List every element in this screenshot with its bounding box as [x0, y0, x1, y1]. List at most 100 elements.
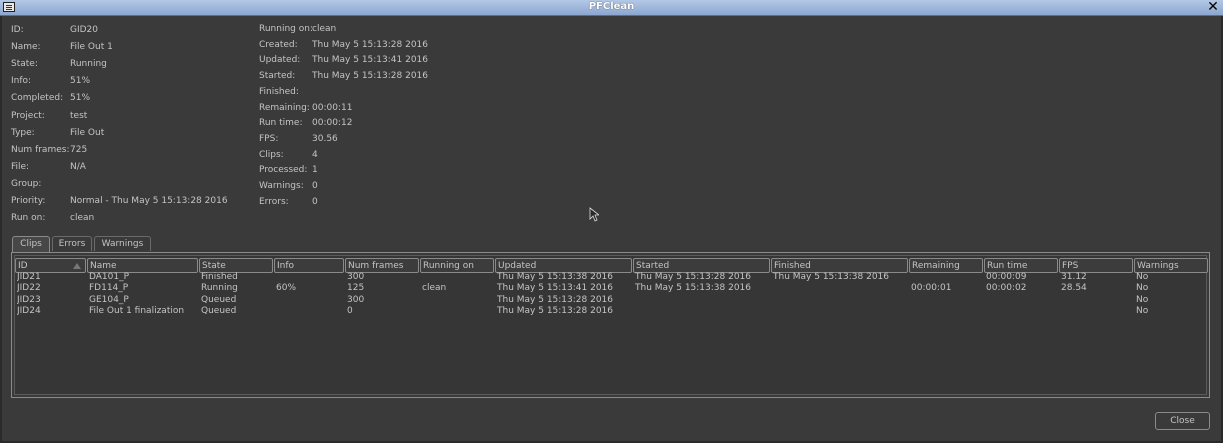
column-header[interactable]: Name — [87, 258, 198, 273]
detail-value: Normal - Thu May 5 15:13:28 2016 — [70, 196, 228, 206]
table-cell — [986, 306, 1058, 317]
mouse-cursor-icon — [589, 207, 599, 222]
detail-label: Updated: — [259, 55, 301, 66]
sort-ascending-icon — [73, 263, 81, 269]
table-cell: JID23 — [17, 294, 41, 305]
table-row[interactable]: JID21 DA101_P Finished 300 Thu May 5 15:13:3… — [15, 272, 1206, 283]
table-cell — [773, 306, 908, 317]
clips-table-body[interactable]: ID Name State Info Num frames Running on Updat… — [14, 255, 1208, 395]
detail-label: Group: — [11, 178, 42, 189]
detail-value: 1 — [312, 165, 318, 176]
table-cell: 125 — [347, 283, 365, 294]
column-header[interactable]: Warnings — [1134, 258, 1208, 273]
detail-value: Thu May 5 15:13:28 2016 — [312, 39, 429, 50]
detail-label: Created: — [259, 39, 298, 50]
column-header[interactable]: Run time — [984, 258, 1058, 273]
detail-label: FPS: — [259, 133, 279, 144]
detail-value: 00:00:12 — [312, 118, 353, 129]
column-header[interactable]: Remaining — [909, 258, 983, 273]
column-header[interactable]: Started — [633, 258, 770, 273]
table-cell: Thu May 5 15:13:38 2016 — [635, 283, 752, 294]
table-cell: Running — [201, 283, 238, 294]
detail-label: Num frames: — [11, 144, 70, 155]
table-cell: 00:00:02 — [986, 283, 1027, 294]
table-row[interactable]: JID22 FD114_P Running 60% 125 clean Thu May 5 … — [15, 283, 1206, 294]
detail-label: Warnings: — [259, 181, 304, 191]
detail-label: State: — [11, 59, 38, 70]
table-cell — [773, 283, 908, 294]
table-cell: No — [1136, 305, 1149, 316]
column-header[interactable]: Info — [274, 258, 344, 273]
detail-value: clean — [312, 24, 337, 34]
table-cell: 31.12 — [1061, 272, 1087, 282]
detail-value: Thu May 5 15:13:28 2016 — [312, 71, 429, 82]
detail-value: 30.56 — [312, 133, 338, 144]
table-cell: GE104_P — [89, 294, 129, 305]
table-cell — [276, 295, 344, 306]
table-cell — [1061, 295, 1133, 306]
detail-value: 725 — [70, 144, 88, 155]
detail-value: File Out — [70, 127, 105, 138]
table-cell: 00:00:01 — [911, 283, 952, 294]
detail-label: Run on: — [11, 213, 46, 224]
detail-value: 51% — [70, 93, 91, 104]
table-cell — [422, 272, 494, 283]
table-cell: Thu May 5 15:13:38 2016 — [773, 272, 890, 282]
table-cell: DA101_P — [89, 272, 130, 282]
table-cell — [911, 306, 983, 317]
table-cell — [635, 306, 770, 317]
close-icon[interactable]: ✕ — [1206, 0, 1220, 15]
table-row[interactable]: JID23 GE104_P Queued 300 Thu May 5 15:13:28 … — [15, 295, 1206, 306]
column-header[interactable]: FPS — [1059, 258, 1133, 273]
table-cell: 0 — [347, 305, 353, 316]
table-cell: Thu May 5 15:13:28 2016 — [635, 272, 752, 282]
table-cell: Finished — [201, 272, 238, 282]
detail-label: Remaining: — [259, 102, 310, 113]
column-header[interactable]: Running on — [420, 258, 494, 273]
table-cell — [986, 295, 1058, 306]
table-cell: 60% — [276, 283, 297, 294]
table-cell: Thu May 5 15:13:28 2016 — [497, 305, 614, 316]
table-cell: Thu May 5 15:13:41 2016 — [497, 283, 614, 294]
detail-label: Finished: — [259, 86, 299, 97]
tab-errors[interactable]: Errors — [52, 236, 92, 251]
table-cell: 300 — [347, 294, 365, 305]
detail-label: Project: — [11, 110, 45, 121]
table-cell — [1061, 306, 1133, 317]
table-cell: No — [1136, 272, 1149, 282]
detail-label: Processed: — [259, 165, 308, 176]
detail-label: Run time: — [259, 118, 303, 129]
detail-value: GID20 — [70, 25, 99, 35]
table-cell — [773, 295, 908, 306]
table-cell: clean — [422, 283, 447, 294]
table-cell — [276, 306, 344, 317]
tab-warnings[interactable]: Warnings — [94, 236, 151, 251]
table-cell: JID24 — [17, 305, 41, 316]
table-cell — [422, 306, 494, 317]
detail-label: Priority: — [11, 196, 46, 206]
table-cell — [911, 272, 983, 283]
table-row[interactable]: JID24 File Out 1 finalization Queued 0 Thu M… — [15, 306, 1206, 317]
detail-value: Running — [70, 59, 107, 70]
detail-value: 0 — [312, 196, 318, 207]
tab-clips[interactable]: Clips — [12, 236, 50, 252]
table-cell: Thu May 5 15:13:38 2016 — [497, 272, 614, 282]
table-cell — [422, 295, 494, 306]
table-cell: Thu May 5 15:13:28 2016 — [497, 294, 614, 305]
title-bar: PFClean ✕ — [0, 0, 1223, 16]
detail-label: Clips: — [259, 149, 284, 160]
close-button[interactable]: Close — [1155, 412, 1210, 430]
table-cell: 28.54 — [1061, 283, 1087, 294]
column-header[interactable]: Finished — [771, 258, 908, 273]
column-header[interactable]: Num frames — [345, 258, 419, 273]
column-header[interactable]: Updated — [495, 258, 632, 273]
column-header[interactable]: State — [199, 258, 273, 273]
detail-label: Info: — [11, 76, 32, 87]
clips-table: ID Name State Info Num frames Running on Updat… — [11, 252, 1210, 398]
column-header[interactable]: ID — [15, 258, 86, 273]
detail-label: Started: — [259, 71, 296, 82]
detail-value: Thu May 5 15:13:41 2016 — [312, 55, 429, 66]
table-cell: FD114_P — [89, 283, 129, 294]
detail-label: ID: — [11, 25, 24, 35]
detail-label: Type: — [11, 127, 35, 138]
